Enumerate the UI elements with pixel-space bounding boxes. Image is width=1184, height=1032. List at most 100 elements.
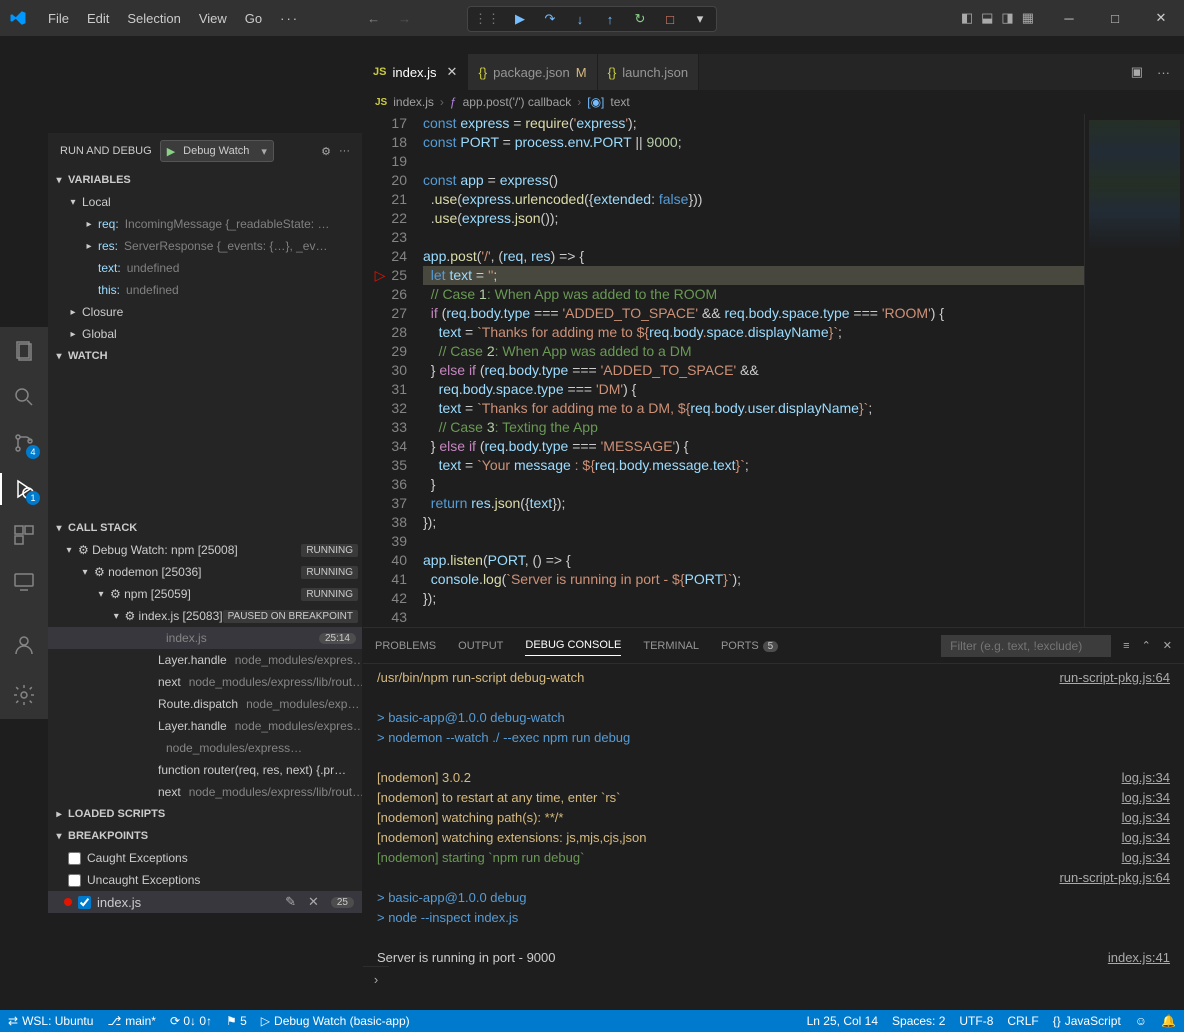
close-button[interactable]: ✕ bbox=[1138, 0, 1184, 36]
callstack-header[interactable]: ▾CALL STACK bbox=[48, 517, 362, 539]
menu-file[interactable]: File bbox=[40, 7, 77, 30]
scope-local[interactable]: ▾Local bbox=[48, 191, 362, 213]
source-link[interactable]: log.js:34 bbox=[1122, 808, 1170, 828]
source-link[interactable]: index.js:41 bbox=[1108, 948, 1170, 966]
code-content[interactable]: const express = require('express');const… bbox=[423, 114, 1084, 627]
step-out-button[interactable]: ↑ bbox=[600, 9, 620, 29]
tab-problems[interactable]: PROBLEMS bbox=[375, 636, 436, 656]
var-req[interactable]: ▸req:IncomingMessage {_readableState: … bbox=[48, 213, 362, 235]
explorer-icon[interactable] bbox=[10, 337, 38, 365]
callstack-session[interactable]: ▾⚙ index.js [25083]PAUSED ON BREAKPOINT bbox=[48, 605, 362, 627]
menu-go[interactable]: Go bbox=[237, 7, 270, 30]
callstack-session[interactable]: ▾⚙ nodemon [25036]RUNNING bbox=[48, 561, 362, 583]
maximize-button[interactable]: □ bbox=[1092, 0, 1138, 36]
debug-toolbar[interactable]: ⋮⋮ ▶ ↷ ↓ ↑ ↻ □ ▾ bbox=[467, 6, 717, 32]
edit-icon[interactable]: ✎ bbox=[285, 894, 296, 910]
feedback-icon[interactable]: ☺ bbox=[1135, 1014, 1147, 1028]
encoding[interactable]: UTF-8 bbox=[959, 1014, 993, 1028]
step-over-button[interactable]: ↷ bbox=[540, 9, 560, 29]
cursor-position[interactable]: Ln 25, Col 14 bbox=[807, 1014, 878, 1028]
tab-debug-console[interactable]: DEBUG CONSOLE bbox=[525, 635, 621, 656]
tab-terminal[interactable]: TERMINAL bbox=[643, 636, 699, 656]
customize-layout-icon[interactable]: ▦ bbox=[1022, 10, 1034, 26]
tab-overflow-icon[interactable]: ··· bbox=[1157, 65, 1170, 80]
extensions-icon[interactable] bbox=[10, 521, 38, 549]
source-link[interactable]: log.js:34 bbox=[1122, 848, 1170, 868]
source-link[interactable]: run-script-pkg.js:64 bbox=[1059, 668, 1170, 688]
accounts-icon[interactable] bbox=[10, 631, 38, 659]
settings-gear-icon[interactable] bbox=[10, 681, 38, 709]
debug-overflow-icon[interactable]: ▾ bbox=[690, 9, 710, 29]
toggle-secondary-sidebar-icon[interactable]: ◨ bbox=[1001, 10, 1013, 26]
editor-tab-launch-json[interactable]: {}launch.json bbox=[598, 54, 699, 90]
source-link[interactable]: log.js:34 bbox=[1122, 788, 1170, 808]
var-this[interactable]: this:undefined bbox=[48, 279, 362, 301]
restart-button[interactable]: ↻ bbox=[630, 9, 650, 29]
language-mode[interactable]: {} JavaScript bbox=[1053, 1014, 1121, 1028]
var-res[interactable]: ▸res:ServerResponse {_events: {…}, _ev… bbox=[48, 235, 362, 257]
code-editor[interactable]: 1718192021222324▷25262728293031323334353… bbox=[363, 114, 1184, 627]
toggle-primary-sidebar-icon[interactable]: ◧ bbox=[961, 10, 973, 26]
editor-tab-package-json[interactable]: {}package.jsonM bbox=[468, 54, 597, 90]
stack-frame[interactable]: nextnode_modules/express/lib/rout… bbox=[48, 781, 362, 803]
bp-uncaught-exceptions[interactable]: Uncaught Exceptions bbox=[48, 869, 362, 891]
menu-edit[interactable]: Edit bbox=[79, 7, 117, 30]
notifications-icon[interactable]: 🔔 bbox=[1161, 1014, 1176, 1028]
stack-frame[interactable]: node_modules/express… bbox=[48, 737, 362, 759]
tab-output[interactable]: OUTPUT bbox=[458, 636, 503, 656]
breakpoints-header[interactable]: ▾BREAKPOINTS bbox=[48, 825, 362, 847]
filter-options-icon[interactable]: ≡ bbox=[1123, 640, 1129, 652]
debug-session[interactable]: ▷ Debug Watch (basic-app) bbox=[261, 1014, 410, 1028]
launch-config-select[interactable]: ▶ Debug Watch ▾ bbox=[160, 140, 274, 162]
remote-ports[interactable]: ⚑ 5 bbox=[226, 1014, 247, 1028]
bp-caught-exceptions[interactable]: Caught Exceptions bbox=[48, 847, 362, 869]
variables-header[interactable]: ▾VARIABLES bbox=[48, 169, 362, 191]
var-text[interactable]: text:undefined bbox=[48, 257, 362, 279]
source-link[interactable]: log.js:34 bbox=[1122, 768, 1170, 788]
minimap[interactable] bbox=[1084, 114, 1184, 627]
source-link[interactable]: run-script-pkg.js:64 bbox=[1059, 868, 1170, 888]
stop-button[interactable]: □ bbox=[660, 9, 680, 29]
stack-frame[interactable]: Layer.handlenode_modules/expres… bbox=[48, 715, 362, 737]
callstack-session[interactable]: ▾⚙ Debug Watch: npm [25008]RUNNING bbox=[48, 539, 362, 561]
close-tab-icon[interactable]: ✕ bbox=[447, 64, 458, 80]
stack-frame[interactable]: index.js25:14 bbox=[48, 627, 362, 649]
menu-selection[interactable]: Selection bbox=[119, 7, 188, 30]
close-panel-icon[interactable]: ✕ bbox=[1163, 639, 1172, 652]
start-debug-icon[interactable]: ▶ bbox=[161, 145, 181, 158]
menu-view[interactable]: View bbox=[191, 7, 235, 30]
console-input-chevron[interactable]: › bbox=[363, 966, 389, 992]
remote-explorer-icon[interactable] bbox=[10, 567, 38, 595]
loaded-scripts-header[interactable]: ▸LOADED SCRIPTS bbox=[48, 803, 362, 825]
stack-frame[interactable]: nextnode_modules/express/lib/rout… bbox=[48, 671, 362, 693]
run-debug-icon[interactable]: 1 bbox=[10, 475, 38, 503]
toggle-panel-icon[interactable]: ⬓ bbox=[981, 10, 993, 26]
menu-overflow[interactable]: ··· bbox=[272, 7, 307, 30]
minimize-button[interactable]: ─ bbox=[1046, 0, 1092, 36]
git-sync[interactable]: ⟳ 0↓ 0↑ bbox=[170, 1014, 212, 1028]
compare-icon[interactable]: ▣ bbox=[1131, 64, 1143, 80]
indentation[interactable]: Spaces: 2 bbox=[892, 1014, 945, 1028]
debug-console-output[interactable]: /usr/bin/npm run-script debug-watchrun-s… bbox=[363, 664, 1184, 966]
remote-indicator[interactable]: ⇄ WSL: Ubuntu bbox=[8, 1014, 93, 1028]
scope-closure[interactable]: ▸Closure bbox=[48, 301, 362, 323]
stack-frame[interactable]: function router(req, res, next) {.pr… bbox=[48, 759, 362, 781]
source-link[interactable]: log.js:34 bbox=[1122, 828, 1170, 848]
console-filter-input[interactable] bbox=[941, 635, 1111, 657]
scope-global[interactable]: ▸Global bbox=[48, 323, 362, 345]
nav-forward-icon[interactable]: → bbox=[398, 11, 411, 26]
callstack-session[interactable]: ▾⚙ npm [25059]RUNNING bbox=[48, 583, 362, 605]
search-icon[interactable] bbox=[10, 383, 38, 411]
editor-tab-index-js[interactable]: JSindex.js✕ bbox=[363, 54, 468, 90]
stack-frame[interactable]: Route.dispatchnode_modules/exp… bbox=[48, 693, 362, 715]
overflow-icon[interactable]: ··· bbox=[339, 145, 350, 157]
source-control-icon[interactable]: 4 bbox=[10, 429, 38, 457]
git-branch[interactable]: ⎇ main* bbox=[107, 1014, 156, 1028]
step-into-button[interactable]: ↓ bbox=[570, 9, 590, 29]
continue-button[interactable]: ▶ bbox=[510, 9, 530, 29]
drag-grip-icon[interactable]: ⋮⋮ bbox=[474, 11, 500, 27]
remove-icon[interactable]: ✕ bbox=[308, 894, 319, 910]
watch-header[interactable]: ▾WATCH bbox=[48, 345, 362, 367]
chevron-down-icon[interactable]: ▾ bbox=[255, 145, 273, 158]
nav-back-icon[interactable]: ← bbox=[367, 11, 380, 26]
